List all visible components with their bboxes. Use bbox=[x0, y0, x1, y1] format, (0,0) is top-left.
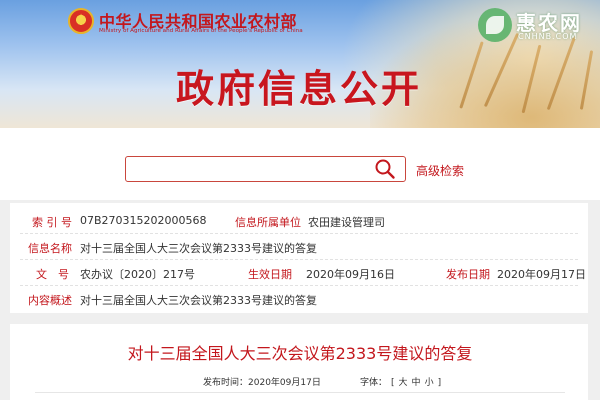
meta-row-docno: 文 号 农办议〔2020〕217号 生效日期 2020年09月16日 发布日期 … bbox=[10, 260, 588, 286]
header-banner: ★ 中华人民共和国农业农村部 Ministry of Agriculture a… bbox=[0, 0, 600, 128]
watermark-logo: 惠农网 CNHNB.COM bbox=[478, 6, 598, 44]
summary-label: 内容概述 bbox=[28, 294, 72, 307]
advanced-search-link[interactable]: 高级检索 bbox=[416, 162, 464, 179]
leaf-icon bbox=[478, 8, 512, 42]
national-emblem-icon: ★ bbox=[68, 8, 94, 34]
index-label: 索 引 号 bbox=[32, 216, 72, 229]
publisher-label: 信息所属单位 bbox=[235, 216, 301, 229]
effective-date-label: 生效日期 bbox=[248, 268, 292, 281]
watermark-domain: CNHNB.COM bbox=[518, 32, 578, 41]
publish-time-label: 发布时间： bbox=[203, 378, 249, 388]
name-value: 对十三届全国人大三次会议第2333号建议的答复 bbox=[80, 242, 317, 255]
meta-row-summary: 内容概述 对十三届全国人大三次会议第2333号建议的答复 bbox=[10, 286, 588, 312]
search-input[interactable] bbox=[125, 156, 406, 182]
bracket-open: [ bbox=[391, 378, 395, 388]
docno-value: 农办议〔2020〕217号 bbox=[80, 268, 195, 281]
meta-row-index: 索 引 号 07B270315202000568 信息所属单位 农田建设管理司 bbox=[10, 208, 588, 234]
page-title: 政府信息公开 bbox=[176, 67, 423, 111]
font-size-control: 字体：[大中小] bbox=[358, 375, 443, 388]
publish-time: 发布时间：2020年09月17日 bbox=[203, 375, 321, 388]
meta-row-name: 信息名称 对十三届全国人大三次会议第2333号建议的答复 bbox=[10, 234, 588, 260]
release-date-value: 2020年09月17日 bbox=[497, 268, 586, 281]
name-label: 信息名称 bbox=[28, 242, 72, 255]
article-title: 对十三届全国人大三次会议第2333号建议的答复 bbox=[127, 344, 473, 363]
ministry-name-en: Ministry of Agriculture and Rural Affair… bbox=[99, 28, 303, 34]
publisher-value: 农田建设管理司 bbox=[308, 216, 385, 229]
article-divider bbox=[35, 392, 565, 393]
docno-label: 文 号 bbox=[36, 268, 69, 281]
font-large-button[interactable]: 大 bbox=[397, 378, 410, 388]
release-date-label: 发布日期 bbox=[446, 268, 490, 281]
effective-date-value: 2020年09月16日 bbox=[306, 268, 395, 281]
publish-time-value: 2020年09月17日 bbox=[248, 378, 321, 388]
summary-value: 对十三届全国人大三次会议第2333号建议的答复 bbox=[80, 294, 317, 307]
bracket-close: ] bbox=[437, 378, 442, 388]
font-small-button[interactable]: 小 bbox=[423, 378, 436, 388]
search-icon[interactable] bbox=[374, 158, 396, 180]
index-value: 07B270315202000568 bbox=[80, 214, 207, 227]
font-medium-button[interactable]: 中 bbox=[410, 378, 423, 388]
font-size-label: 字体： bbox=[360, 378, 388, 388]
